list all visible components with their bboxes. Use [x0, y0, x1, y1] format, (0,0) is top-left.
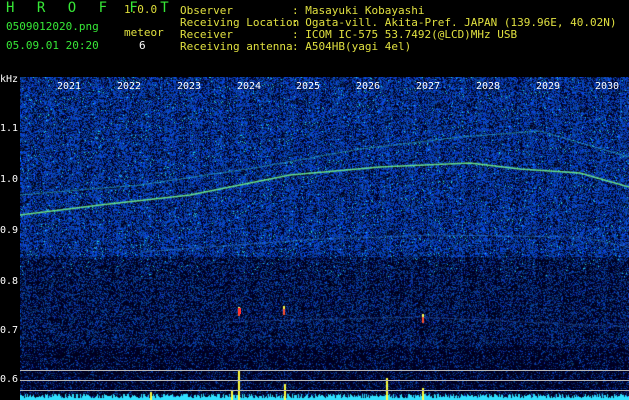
time-label-2030: 2030 — [595, 81, 620, 92]
antenna-label: Receiving antenna — [180, 40, 293, 53]
time-label-2021: 2021 — [57, 81, 82, 92]
y-tick-1-0: 1.0 — [0, 174, 19, 185]
time-label-2027: 2027 — [416, 81, 441, 92]
time-label-2028: 2028 — [476, 81, 501, 92]
time-label-2029: 2029 — [536, 81, 561, 92]
time-label-2026: 2026 — [356, 81, 381, 92]
y-tick-1-1: 1.1 — [0, 123, 19, 134]
meteor-echo-marker — [238, 308, 241, 314]
app-version: 1.0.0 — [124, 3, 158, 16]
time-label-2025: 2025 — [296, 81, 321, 92]
level-line-middle — [20, 380, 629, 381]
time-label-2022: 2022 — [117, 81, 142, 92]
y-tick-0-9: 0.9 — [0, 225, 19, 236]
meteor-count: 6 — [139, 39, 146, 52]
time-label-2023: 2023 — [177, 81, 202, 92]
time-label-2024: 2024 — [237, 81, 262, 92]
level-line-upper — [20, 370, 629, 371]
y-axis-unit: kHz — [0, 74, 19, 85]
datetime: 05.09.01 20:20 — [6, 39, 99, 52]
y-tick-0-8: 0.8 — [0, 276, 19, 287]
spectrogram-canvas — [20, 77, 629, 400]
y-tick-0-7: 0.7 — [0, 325, 19, 336]
y-tick-0-6: 0.6 — [0, 374, 19, 385]
level-line-lower — [20, 390, 629, 391]
filename: 0509012020.png — [6, 20, 99, 33]
antenna-value: : A504HB(yagi 4el) — [292, 40, 412, 53]
meteor-label: meteor — [124, 26, 164, 39]
